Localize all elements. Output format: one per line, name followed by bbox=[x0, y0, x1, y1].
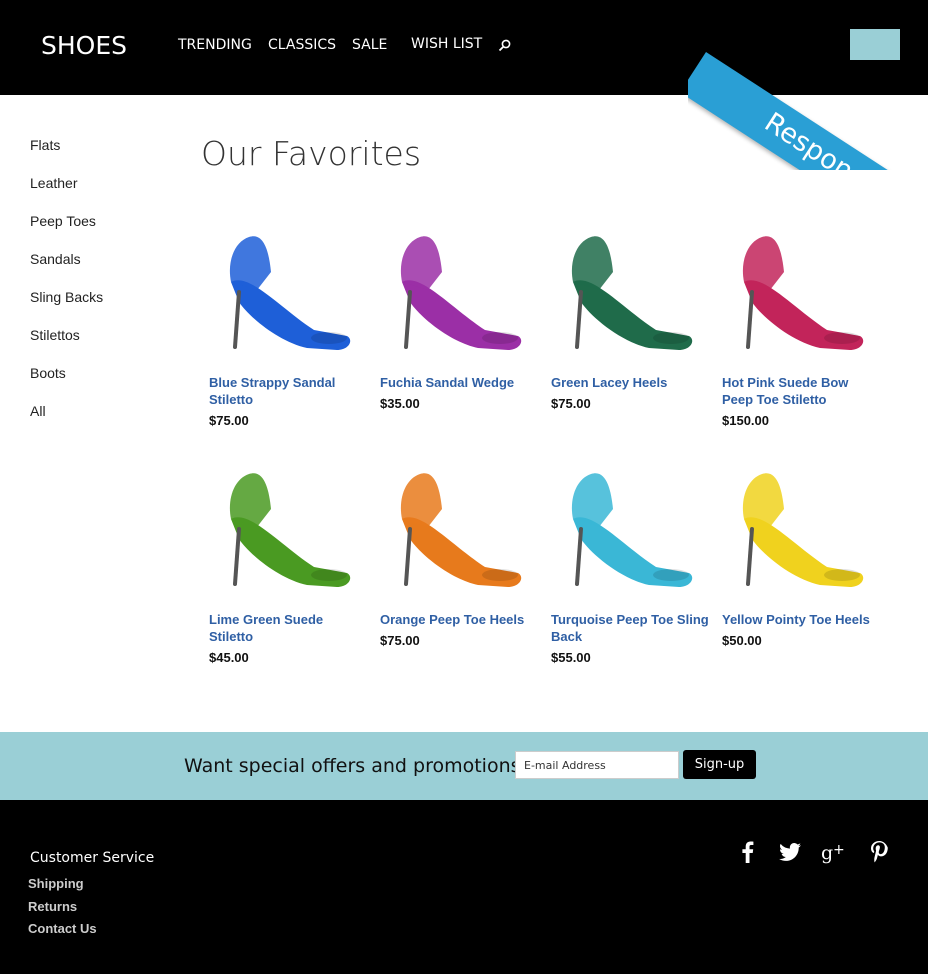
product-card-hot-pink-suede-bow[interactable]: Hot Pink Suede Bow Peep Toe Stiletto $150… bbox=[722, 212, 882, 428]
nav-classics[interactable]: CLASSICS bbox=[268, 37, 336, 53]
product-name[interactable]: Orange Peep Toe Heels bbox=[380, 611, 540, 628]
product-name[interactable]: Turquoise Peep Toe Sling Back bbox=[551, 611, 711, 645]
product-image[interactable] bbox=[722, 212, 872, 362]
product-image[interactable] bbox=[209, 212, 359, 362]
product-card-fuchia-sandal-wedge[interactable]: Fuchia Sandal Wedge $35.00 bbox=[380, 212, 540, 411]
newsletter-bar: Want special offers and promotions? Sign… bbox=[0, 732, 928, 800]
product-card-turquoise-sling-back[interactable]: Turquoise Peep Toe Sling Back $55.00 bbox=[551, 449, 711, 665]
svg-text:+: + bbox=[833, 842, 845, 858]
product-price: $45.00 bbox=[209, 650, 249, 665]
product-image[interactable] bbox=[551, 449, 701, 599]
nav-sale[interactable]: SALE bbox=[352, 37, 387, 53]
product-price: $35.00 bbox=[380, 396, 420, 411]
product-card-orange-peep-toe[interactable]: Orange Peep Toe Heels $75.00 bbox=[380, 449, 540, 648]
newsletter-text: Want special offers and promotions? bbox=[184, 755, 531, 777]
top-header: SHOES TRENDING CLASSICS SALE WISH LIST bbox=[0, 0, 928, 95]
product-image[interactable] bbox=[380, 212, 530, 362]
sidebar-item-all[interactable]: All bbox=[30, 403, 103, 441]
site-footer: Customer Service Shipping Returns Contac… bbox=[0, 800, 928, 974]
product-card-green-lacey-heels[interactable]: Green Lacey Heels $75.00 bbox=[551, 212, 711, 411]
site-logo[interactable]: SHOES bbox=[41, 31, 127, 60]
product-card-lime-green-suede[interactable]: Lime Green Suede Stiletto $45.00 bbox=[209, 449, 369, 665]
product-price: $75.00 bbox=[380, 633, 420, 648]
login-button[interactable] bbox=[850, 29, 900, 60]
product-price: $55.00 bbox=[551, 650, 591, 665]
product-name[interactable]: Blue Strappy Sandal Stiletto bbox=[209, 374, 369, 408]
product-price: $50.00 bbox=[722, 633, 762, 648]
footer-links: Shipping Returns Contact Us bbox=[28, 876, 97, 944]
category-sidebar: Flats Leather Peep Toes Sandals Sling Ba… bbox=[30, 137, 103, 441]
page-title: Our Favorites bbox=[201, 134, 422, 173]
sidebar-item-leather[interactable]: Leather bbox=[30, 175, 103, 213]
product-image[interactable] bbox=[722, 449, 872, 599]
twitter-icon[interactable] bbox=[776, 838, 804, 866]
signup-button[interactable]: Sign-up bbox=[683, 750, 756, 779]
sidebar-item-flats[interactable]: Flats bbox=[30, 137, 103, 175]
product-name[interactable]: Yellow Pointy Toe Heels bbox=[722, 611, 882, 628]
sidebar-item-stilettos[interactable]: Stilettos bbox=[30, 327, 103, 365]
google-plus-icon[interactable]: g + bbox=[820, 838, 848, 866]
nav-wish-list[interactable]: WISH LIST bbox=[411, 36, 482, 52]
ribbon-label: Responsive bbox=[758, 106, 905, 170]
footer-title: Customer Service bbox=[30, 850, 155, 866]
product-name[interactable]: Hot Pink Suede Bow Peep Toe Stiletto bbox=[722, 374, 882, 408]
footer-link-shipping[interactable]: Shipping bbox=[28, 876, 97, 899]
search-icon[interactable] bbox=[497, 38, 513, 54]
sidebar-item-boots[interactable]: Boots bbox=[30, 365, 103, 403]
email-input[interactable] bbox=[515, 751, 679, 779]
product-name[interactable]: Lime Green Suede Stiletto bbox=[209, 611, 369, 645]
product-card-yellow-pointy-toe[interactable]: Yellow Pointy Toe Heels $50.00 bbox=[722, 449, 882, 648]
nav-trending[interactable]: TRENDING bbox=[178, 37, 252, 53]
sidebar-item-peep-toes[interactable]: Peep Toes bbox=[30, 213, 103, 251]
product-name[interactable]: Green Lacey Heels bbox=[551, 374, 711, 391]
sidebar-item-sandals[interactable]: Sandals bbox=[30, 251, 103, 289]
footer-link-returns[interactable]: Returns bbox=[28, 899, 97, 922]
product-price: $75.00 bbox=[551, 396, 591, 411]
product-image[interactable] bbox=[380, 449, 530, 599]
product-card-blue-strappy-sandal[interactable]: Blue Strappy Sandal Stiletto $75.00 bbox=[209, 212, 369, 428]
footer-link-contact[interactable]: Contact Us bbox=[28, 921, 97, 944]
svg-text:g: g bbox=[821, 842, 833, 864]
product-price: $150.00 bbox=[722, 413, 769, 428]
product-image[interactable] bbox=[209, 449, 359, 599]
product-name[interactable]: Fuchia Sandal Wedge bbox=[380, 374, 540, 391]
product-image[interactable] bbox=[551, 212, 701, 362]
product-price: $75.00 bbox=[209, 413, 249, 428]
facebook-icon[interactable] bbox=[734, 838, 762, 866]
pinterest-icon[interactable] bbox=[865, 838, 893, 866]
sidebar-item-sling-backs[interactable]: Sling Backs bbox=[30, 289, 103, 327]
